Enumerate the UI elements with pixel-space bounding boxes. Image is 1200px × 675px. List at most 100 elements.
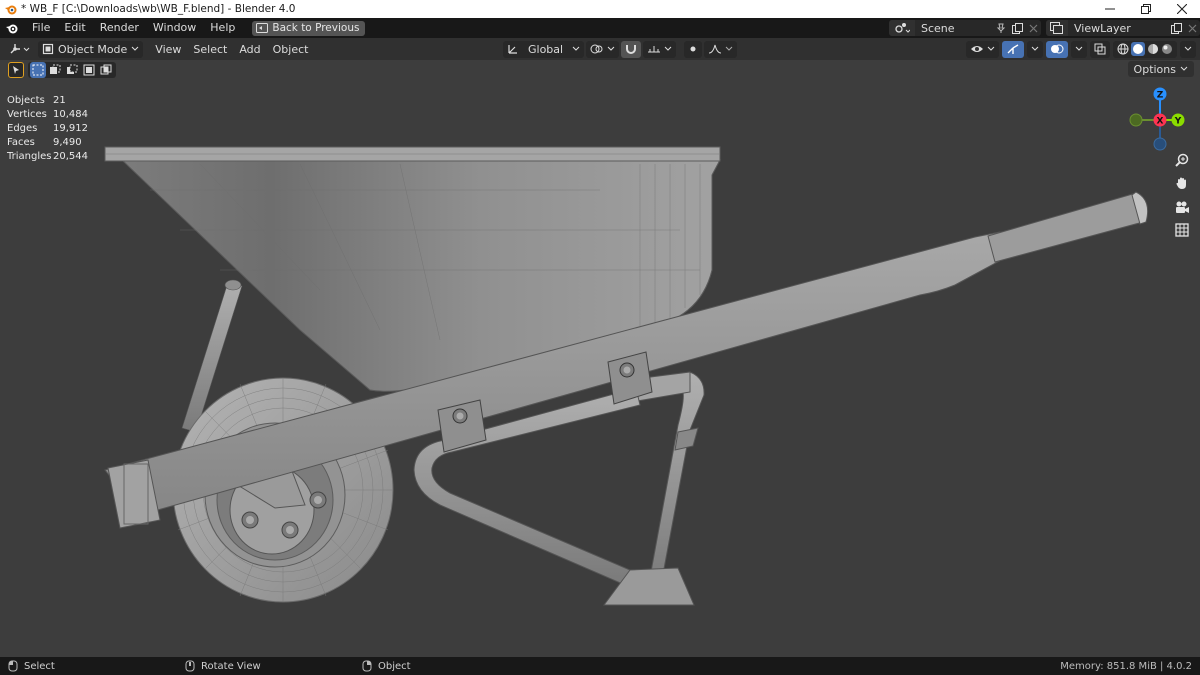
chevron-down-icon (1075, 46, 1083, 51)
mouse-middle-icon (185, 660, 195, 672)
pivot-icon (590, 44, 603, 54)
status-rotate-hint: Rotate View (185, 657, 261, 675)
menu-add[interactable]: Add (233, 43, 266, 56)
select-intersect-button[interactable] (98, 62, 114, 78)
overlays-dropdown[interactable] (1071, 40, 1087, 58)
menu-file[interactable]: File (25, 18, 57, 38)
navigation-gizmo[interactable]: Z X Y (1120, 82, 1192, 154)
select-extend-button[interactable] (47, 62, 63, 78)
editor-type-selector[interactable] (6, 40, 34, 58)
stat-row-objects: Objects 21 (7, 95, 66, 106)
status-bar: Select Rotate View Object Memory: 851.8 … (0, 657, 1200, 675)
status-select-hint: Select (8, 657, 55, 675)
view-layer-selector[interactable]: ViewLayer (1046, 20, 1200, 36)
camera-icon (1175, 201, 1189, 213)
remove-scene-icon[interactable] (1025, 20, 1041, 36)
view-layer-name: ViewLayer (1074, 21, 1131, 35)
menu-view[interactable]: View (149, 43, 187, 56)
proportional-edit-icon (690, 46, 696, 52)
select-subtract-button[interactable] (64, 62, 80, 78)
solid-shading-icon[interactable] (1131, 42, 1145, 56)
menu-edit[interactable]: Edit (57, 18, 92, 38)
stat-row-triangles: Triangles 20,544 (7, 151, 88, 162)
shading-dropdown[interactable] (1180, 40, 1196, 58)
scene-icon (889, 20, 915, 36)
view-layer-icon (1046, 20, 1068, 36)
menu-help[interactable]: Help (203, 18, 242, 38)
menu-select[interactable]: Select (187, 43, 233, 56)
tool-header (8, 61, 116, 79)
overlays-toggle[interactable] (1046, 40, 1068, 58)
menu-window[interactable]: Window (146, 18, 203, 38)
3d-viewport[interactable]: Objects 21 Vertices 10,484 Edges 19,912 Fac… (0, 60, 1200, 657)
minimize-button[interactable] (1092, 0, 1128, 18)
restore-icon (1141, 4, 1151, 14)
zoom-icon (1175, 153, 1189, 167)
blender-menu-icon[interactable] (5, 21, 19, 35)
object-mode-dropdown[interactable]: Object Mode (38, 40, 144, 58)
select-tool-button[interactable] (8, 62, 24, 78)
pivot-point-dropdown[interactable] (586, 40, 620, 58)
new-view-layer-icon[interactable] (1168, 20, 1184, 36)
orientation-label: Global (528, 42, 564, 56)
select-new-button[interactable] (30, 62, 46, 78)
select-extend-icon (50, 64, 61, 74)
svg-text:X: X (1157, 117, 1164, 127)
grid-icon (1175, 223, 1189, 237)
back-to-previous-button[interactable]: Back to Previous (252, 20, 366, 36)
pin-icon[interactable] (993, 20, 1009, 36)
scene-statistics: Objects 21 Vertices 10,484 Edges 19,912 Fac… (7, 94, 88, 164)
snap-toggle[interactable] (621, 40, 642, 58)
visibility-dropdown[interactable] (966, 40, 999, 58)
rendered-shading-icon[interactable] (1161, 43, 1173, 55)
chevron-down-icon (1184, 46, 1192, 51)
close-button[interactable] (1164, 0, 1200, 18)
options-label: Options (1133, 62, 1176, 76)
mouse-right-icon (362, 660, 372, 672)
chevron-down-icon (987, 46, 995, 51)
gizmo-dropdown[interactable] (1027, 40, 1043, 58)
mouse-left-icon (8, 660, 18, 672)
blender-topbar: File Edit Render Window Help Back to Pre… (0, 18, 1200, 38)
falloff-curve-icon (709, 44, 722, 54)
pan-view-button[interactable] (1172, 173, 1192, 193)
scene-selector[interactable]: Scene (889, 20, 1041, 36)
proportional-edit-toggle[interactable] (684, 40, 703, 58)
xray-toggle[interactable] (1090, 40, 1110, 58)
chevron-down-icon (725, 46, 733, 51)
object-mode-label: Object Mode (58, 42, 128, 56)
screen-back-icon (256, 23, 269, 33)
magnet-icon (626, 45, 637, 54)
zoom-view-button[interactable] (1172, 150, 1192, 170)
perspective-toggle-button[interactable] (1172, 220, 1192, 240)
menu-object[interactable]: Object (267, 43, 315, 56)
chevron-down-icon (572, 46, 580, 51)
3d-viewport-icon (10, 44, 30, 54)
minimize-icon (1105, 8, 1115, 10)
orientation-icon (508, 45, 517, 54)
eye-icon (971, 46, 983, 52)
stat-row-edges: Edges 19,912 (7, 123, 88, 134)
menu-render[interactable]: Render (93, 18, 146, 38)
close-icon (1177, 4, 1187, 14)
chevron-down-icon (1031, 46, 1039, 51)
stat-row-faces: Faces 9,490 (7, 137, 82, 148)
options-dropdown[interactable]: Options (1127, 61, 1194, 77)
shading-mode-group (1113, 40, 1177, 58)
material-shading-icon[interactable] (1147, 43, 1159, 55)
select-intersect-icon (100, 64, 112, 75)
falloff-dropdown[interactable] (704, 40, 738, 58)
wireframe-shading-icon[interactable] (1117, 43, 1129, 55)
gizmo-toggle[interactable] (1002, 40, 1024, 58)
select-new-icon (32, 64, 44, 76)
status-object-hint: Object (362, 657, 411, 675)
remove-view-layer-icon[interactable] (1184, 20, 1200, 36)
new-scene-icon[interactable] (1009, 20, 1025, 36)
restore-button[interactable] (1128, 0, 1164, 18)
viewport-header: Object Mode View Select Add Object Globa… (0, 38, 1200, 60)
snap-target-dropdown[interactable] (643, 40, 677, 58)
window-title: * WB_F [C:\Downloads\wb\WB_F.blend] - Bl… (21, 3, 296, 15)
transform-orientation-dropdown[interactable]: Global (503, 40, 585, 58)
camera-view-button[interactable] (1172, 197, 1192, 217)
select-invert-button[interactable] (81, 62, 97, 78)
